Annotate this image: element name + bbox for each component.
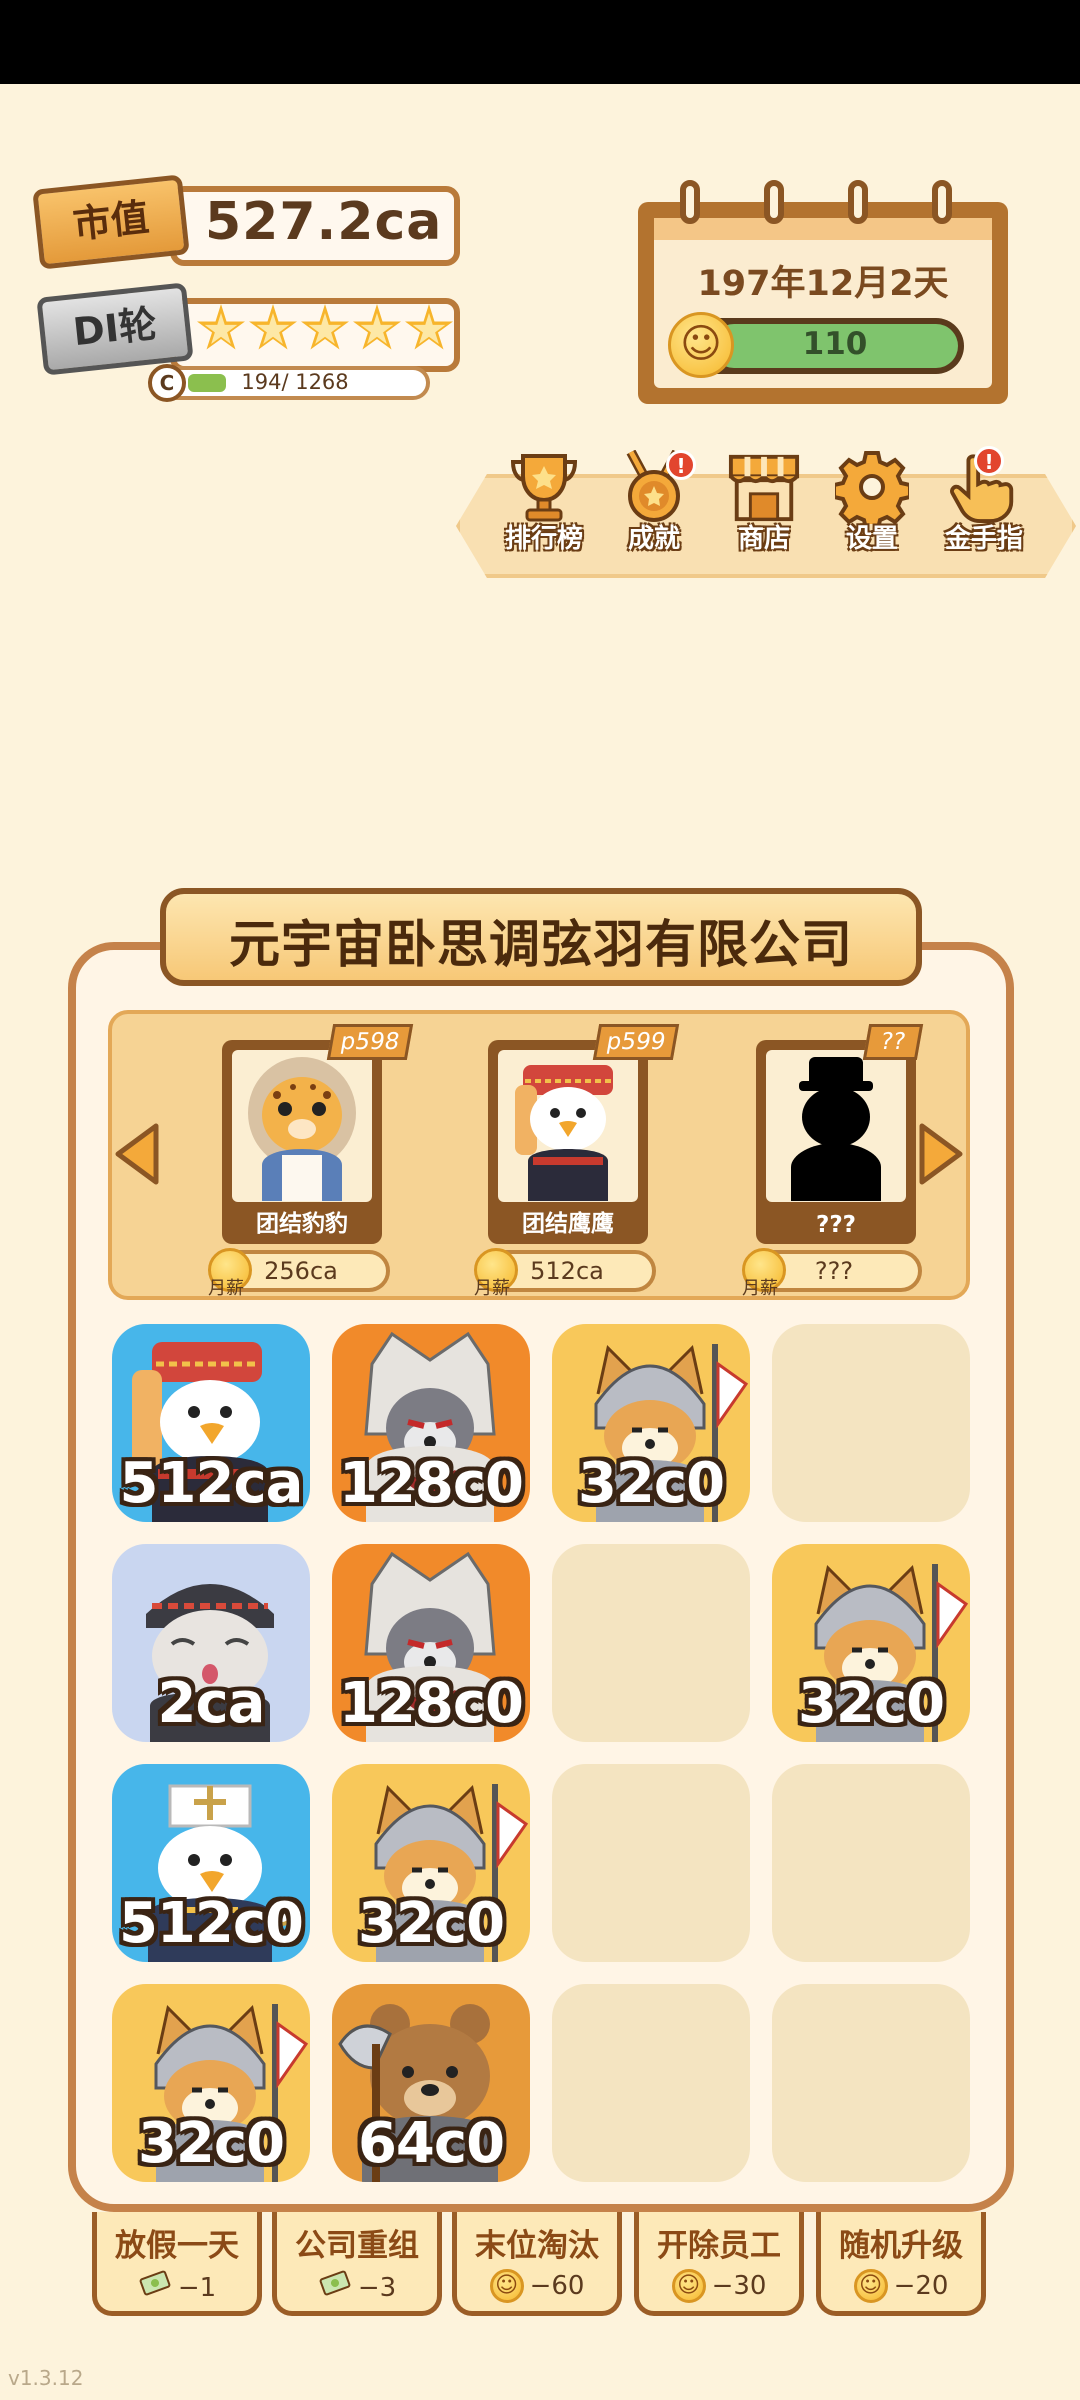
action-cost: ☺ −20 <box>821 2269 981 2303</box>
employee-level: 512c0 <box>118 1891 304 1956</box>
calendar-ring <box>764 180 784 224</box>
smile-icon: ☺ <box>671 2269 706 2303</box>
leopard-portrait <box>232 1050 372 1202</box>
arrow-right-icon[interactable] <box>916 1122 966 1186</box>
action-cost-value: −60 <box>529 2271 585 2301</box>
candidate-card[interactable]: 团结豹豹 <box>222 1040 382 1244</box>
menu-item-leaderboard[interactable]: 排行榜 <box>492 450 596 570</box>
empty-slot[interactable] <box>552 1764 750 1962</box>
empty-slot[interactable] <box>772 1764 970 1962</box>
employee-level: 512ca <box>119 1451 304 1516</box>
action-cost-value: −3 <box>357 2272 397 2303</box>
action-label: 末位淘汰 <box>475 2228 599 2264</box>
salary-label: 月薪 <box>742 1278 778 1299</box>
smile-icon: ☺ <box>668 312 734 378</box>
progress-letter-badge: C <box>148 364 186 402</box>
salary-label: 月薪 <box>474 1278 510 1299</box>
employee-tile[interactable]: 32c0 <box>332 1764 530 1962</box>
menu-item-achievements[interactable]: 成就 ! <box>602 450 706 570</box>
action-cost-value: −1 <box>177 2272 217 2303</box>
candidate-name: 团结豹豹 <box>256 1211 348 1237</box>
alert-badge: ! <box>974 446 1004 476</box>
candidate-name: 团结鹰鹰 <box>522 1211 614 1237</box>
menu-label-leaderboard: 排行榜 <box>504 524 583 554</box>
employee-level: 32c0 <box>577 1451 725 1516</box>
employee-level: 128c0 <box>338 1451 524 1516</box>
action-label: 公司重组 <box>295 2228 419 2264</box>
employee-level: 32c0 <box>357 1891 505 1956</box>
employee-level: 128c0 <box>338 1671 524 1736</box>
employee-level: 2ca <box>157 1671 266 1736</box>
employee-level: 32c0 <box>137 2111 285 2176</box>
candidate-card[interactable]: ??? <box>756 1040 916 1244</box>
shop-icon <box>727 450 801 524</box>
rank-tag: DI轮 <box>36 282 194 376</box>
alert-badge: ! <box>666 450 696 480</box>
money-icon <box>318 2269 352 2306</box>
candidate-card[interactable]: 团结鹰鹰 <box>488 1040 648 1244</box>
empty-slot[interactable] <box>552 1544 750 1742</box>
gear-icon <box>835 450 909 524</box>
trophy-icon <box>507 450 581 524</box>
employee-tile[interactable]: 32c0 <box>772 1544 970 1742</box>
action-cost-value: −20 <box>893 2271 949 2301</box>
employee-tile[interactable]: 128c0 <box>332 1544 530 1742</box>
candidate-tag: p599 <box>592 1024 680 1060</box>
empty-slot[interactable] <box>772 1984 970 2182</box>
action-button[interactable]: 开除员工 ☺ −30 <box>634 2212 804 2316</box>
eagle-portrait <box>498 1050 638 1202</box>
action-cost: −3 <box>277 2269 437 2306</box>
company-name: 元宇宙卧思调弦羽有限公司 <box>228 916 853 975</box>
employee-tile[interactable]: 128c0 <box>332 1324 530 1522</box>
action-cost: ☺ −60 <box>457 2269 617 2303</box>
menu-label-cheat: 金手指 <box>944 524 1023 554</box>
employee-level: 64c0 <box>357 2111 505 2176</box>
empty-slot[interactable] <box>772 1324 970 1522</box>
empty-slot[interactable] <box>552 1984 750 2182</box>
candidate-tag: p598 <box>326 1024 414 1060</box>
action-button[interactable]: 放假一天 −1 <box>92 2212 262 2316</box>
employee-tile[interactable]: 2ca <box>112 1544 310 1742</box>
action-label: 放假一天 <box>115 2228 239 2264</box>
smile-icon: ☺ <box>853 2269 888 2303</box>
employee-tile[interactable]: 512c0 <box>112 1764 310 1962</box>
smile-icon: ☺ <box>489 2269 524 2303</box>
menu-item-settings[interactable]: 设置 <box>820 450 924 570</box>
salary-label: 月薪 <box>208 1278 244 1299</box>
menu-item-shop[interactable]: 商店 <box>712 450 816 570</box>
action-button[interactable]: 末位淘汰 ☺ −60 <box>452 2212 622 2316</box>
market-value-tag: 市值 <box>32 174 190 270</box>
menu-item-cheat[interactable]: 金手指 ! <box>932 446 1036 570</box>
status-bar <box>0 0 1080 84</box>
action-label: 开除员工 <box>657 2228 781 2264</box>
calendar-ring <box>932 180 952 224</box>
employee-tile[interactable]: 32c0 <box>112 1984 310 2182</box>
employee-tile[interactable]: 512ca <box>112 1324 310 1522</box>
employee-tile[interactable]: 64c0 <box>332 1984 530 2182</box>
progress-total: 1268 <box>295 370 349 394</box>
progress-text: 194/ 1268 <box>241 370 349 394</box>
employee-level: 32c0 <box>797 1671 945 1736</box>
action-button[interactable]: 随机升级 ☺ −20 <box>816 2212 986 2316</box>
money-icon <box>138 2269 172 2306</box>
employee-tile[interactable]: 32c0 <box>552 1324 750 1522</box>
calendar-ring <box>848 180 868 224</box>
candidate-tag: ?? <box>862 1024 924 1060</box>
market-value: 527.2ca <box>205 192 443 252</box>
calendar-ring <box>680 180 700 224</box>
action-cost: ☺ −30 <box>639 2269 799 2303</box>
arrow-left-icon[interactable] <box>112 1122 162 1186</box>
calendar-date: 197年12月2天 <box>697 264 949 304</box>
progress-current: 194 <box>241 370 282 394</box>
action-label: 随机升级 <box>839 2228 963 2264</box>
action-button[interactable]: 公司重组 −3 <box>272 2212 442 2316</box>
candidate-name: ??? <box>815 1212 857 1238</box>
unknown-silhouette <box>766 1050 906 1202</box>
action-cost: −1 <box>97 2269 257 2306</box>
market-value-label: 市值 <box>70 195 151 247</box>
action-cost-value: −30 <box>711 2271 767 2301</box>
mood-value: 110 <box>802 326 868 362</box>
version-label: v1.3.12 <box>8 2366 84 2390</box>
rank-label: DI轮 <box>70 301 159 355</box>
